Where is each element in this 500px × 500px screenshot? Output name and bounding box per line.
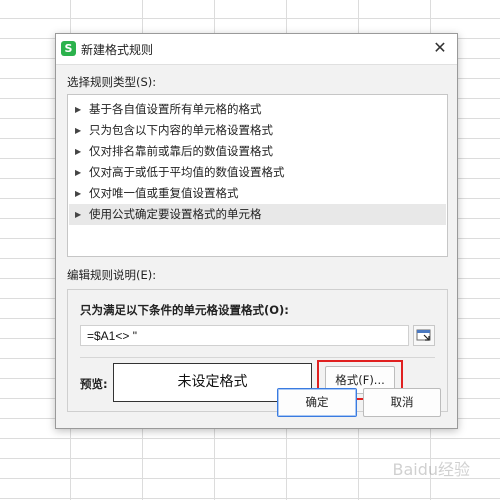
- edit-rule-description-label: 编辑规则说明(E):: [67, 268, 157, 282]
- triangle-right-icon: ▶: [75, 168, 82, 177]
- rule-type-item-selected[interactable]: ▶ 使用公式确定要设置格式的单元格: [69, 204, 446, 225]
- range-select-icon: [416, 329, 431, 341]
- rule-type-item[interactable]: ▶ 仅对排名靠前或靠后的数值设置格式: [69, 141, 446, 162]
- rule-type-item[interactable]: ▶ 只为包含以下内容的单元格设置格式: [69, 120, 446, 141]
- new-format-rule-dialog: S 新建格式规则 ✕ 选择规则类型(S): ▶ 基于各自值设置所有单元格的格式 …: [55, 33, 458, 429]
- triangle-right-icon: ▶: [75, 126, 82, 135]
- rule-type-item[interactable]: ▶ 基于各自值设置所有单元格的格式: [69, 99, 446, 120]
- dialog-title: 新建格式规则: [81, 43, 154, 57]
- rule-type-label: 选择规则类型(S):: [67, 75, 157, 89]
- ok-button[interactable]: 确定: [277, 388, 357, 417]
- section-divider: [80, 357, 435, 358]
- formula-input[interactable]: [80, 325, 409, 346]
- rule-type-list: ▶ 基于各自值设置所有单元格的格式 ▶ 只为包含以下内容的单元格设置格式 ▶ 仅…: [67, 94, 448, 257]
- condition-label: 只为满足以下条件的单元格设置格式(O):: [80, 303, 289, 317]
- triangle-right-icon: ▶: [75, 147, 82, 156]
- triangle-right-icon: ▶: [75, 105, 82, 114]
- wps-app-icon: S: [61, 41, 76, 56]
- cancel-button[interactable]: 取消: [363, 388, 441, 417]
- range-select-button[interactable]: [413, 325, 435, 346]
- rule-type-item[interactable]: ▶ 仅对唯一值或重复值设置格式: [69, 183, 446, 204]
- dialog-titlebar: S 新建格式规则 ✕: [56, 34, 457, 65]
- triangle-right-icon: ▶: [75, 210, 82, 219]
- triangle-right-icon: ▶: [75, 189, 82, 198]
- watermark: Baidu经验: [392, 460, 470, 479]
- close-icon[interactable]: ✕: [431, 39, 449, 57]
- rule-type-item[interactable]: ▶ 仅对高于或低于平均值的数值设置格式: [69, 162, 446, 183]
- preview-label: 预览:: [80, 377, 108, 391]
